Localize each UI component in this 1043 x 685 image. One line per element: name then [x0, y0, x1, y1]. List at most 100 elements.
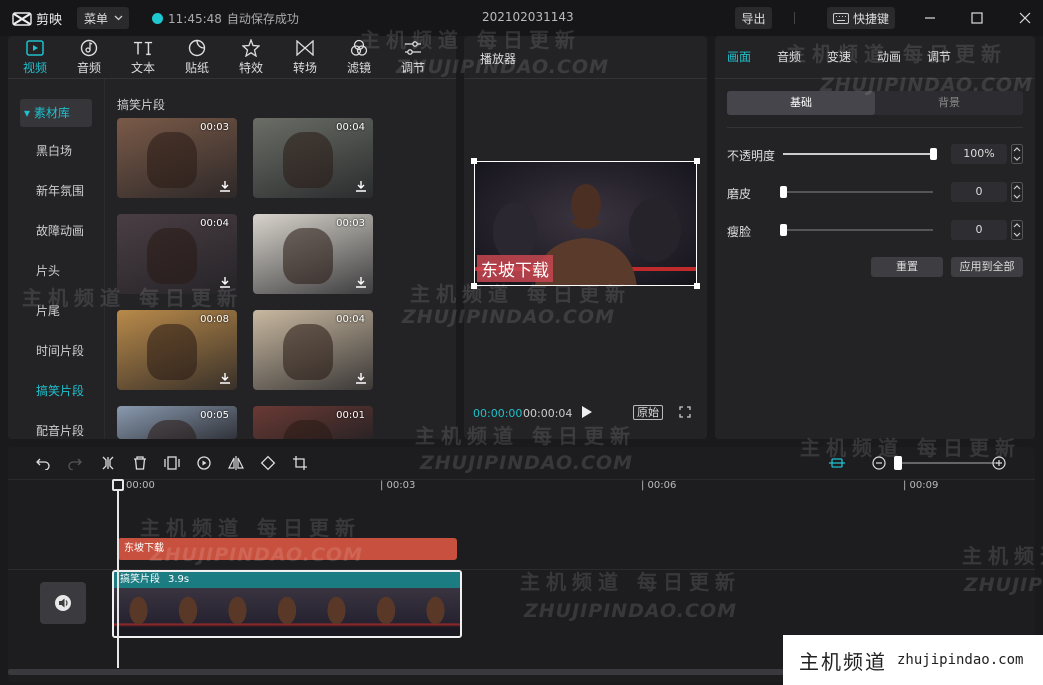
- filmstrip-frame: [410, 588, 460, 636]
- resize-handle[interactable]: [471, 158, 477, 164]
- media-thumbnail[interactable]: 00:04: [253, 310, 373, 390]
- menu-label: 菜单: [84, 11, 109, 26]
- property-slider[interactable]: [783, 148, 937, 160]
- zoom-out-button[interactable]: [870, 454, 888, 472]
- resize-handle[interactable]: [471, 283, 477, 289]
- slider-handle[interactable]: [780, 224, 787, 236]
- tab-adjust[interactable]: 调节: [386, 36, 440, 78]
- minimize-button[interactable]: [921, 9, 939, 27]
- tab-label: 音频: [76, 61, 101, 75]
- video-clip[interactable]: 搞笑片段 3.9s: [112, 570, 462, 638]
- media-thumbnail[interactable]: 00:03: [117, 118, 237, 198]
- media-thumbnail[interactable]: 00:05: [117, 406, 237, 439]
- tab-speed[interactable]: 变速: [827, 36, 877, 78]
- snap-button[interactable]: [828, 454, 846, 472]
- property-value-input[interactable]: 0: [951, 182, 1007, 202]
- menu-button[interactable]: 菜单: [77, 7, 129, 29]
- tab-animation[interactable]: 动画: [877, 36, 927, 78]
- reset-button[interactable]: 重置: [871, 257, 943, 277]
- download-icon[interactable]: [355, 180, 367, 192]
- tab-picture[interactable]: 画面: [727, 36, 777, 78]
- download-icon[interactable]: [219, 276, 231, 288]
- segment-basic[interactable]: 基础: [727, 91, 875, 115]
- property-slider[interactable]: [780, 224, 933, 236]
- rotate-button[interactable]: [259, 454, 277, 472]
- play-button[interactable]: [581, 405, 593, 419]
- stepper-arrows-icon[interactable]: [1011, 220, 1023, 240]
- playhead-line[interactable]: [117, 481, 119, 668]
- mirror-button[interactable]: [227, 454, 245, 472]
- close-button[interactable]: [1016, 9, 1034, 27]
- slider-handle[interactable]: [780, 186, 787, 198]
- sidebar-item[interactable]: 片尾: [8, 291, 104, 331]
- text-clip[interactable]: 东坡下载: [118, 538, 457, 560]
- sidebar-item[interactable]: 时间片段: [8, 331, 104, 371]
- maximize-icon: [971, 12, 983, 24]
- segment-background[interactable]: 背景: [875, 91, 1023, 115]
- sidebar-item[interactable]: 新年氛围: [8, 171, 104, 211]
- property-row: 磨皮 0: [727, 182, 1027, 202]
- crop-button[interactable]: [291, 454, 309, 472]
- sidebar-item[interactable]: 配音片段: [8, 411, 104, 439]
- undo-button[interactable]: [34, 454, 52, 472]
- property-value-input[interactable]: 100%: [951, 144, 1007, 164]
- video-preview[interactable]: 东坡下载: [474, 161, 697, 286]
- download-icon[interactable]: [219, 372, 231, 384]
- tab-filter[interactable]: 滤镜: [332, 36, 386, 78]
- export-button[interactable]: 导出: [735, 7, 772, 29]
- media-thumbnail[interactable]: 00:08: [117, 310, 237, 390]
- resize-handle[interactable]: [694, 283, 700, 289]
- reverse-button[interactable]: [195, 454, 213, 472]
- freeze-button[interactable]: [163, 454, 181, 472]
- media-thumbnail[interactable]: 00:04: [117, 214, 237, 294]
- stepper-arrows-icon[interactable]: [1011, 182, 1023, 202]
- filmstrip-frame: [114, 588, 164, 636]
- tab-sticker[interactable]: 贴纸: [170, 36, 224, 78]
- caption-text[interactable]: 东坡下载: [477, 255, 553, 282]
- sidebar-item[interactable]: 故障动画: [8, 211, 104, 251]
- undo-icon: [36, 458, 50, 470]
- tab-video[interactable]: 视频: [8, 36, 62, 78]
- split-button[interactable]: [99, 454, 117, 472]
- zoom-in-button[interactable]: [990, 454, 1008, 472]
- download-icon[interactable]: [219, 180, 231, 192]
- zoom-slider-track[interactable]: [897, 462, 997, 464]
- sidebar-item-library[interactable]: ▾ 素材库: [20, 99, 92, 127]
- delete-button[interactable]: [131, 454, 149, 472]
- tick-label: | 00:06: [641, 480, 677, 491]
- media-thumbnail[interactable]: 00:03: [253, 214, 373, 294]
- property-slider[interactable]: [780, 186, 933, 198]
- shortcut-button[interactable]: 快捷键: [827, 7, 895, 29]
- tab-adjust[interactable]: 调节: [927, 36, 977, 78]
- sidebar-item[interactable]: 片头: [8, 251, 104, 291]
- media-thumbnail[interactable]: 00:04: [253, 118, 373, 198]
- video-clip-frames: [114, 588, 460, 636]
- media-thumbnail[interactable]: 00:01: [253, 406, 373, 439]
- resize-handle[interactable]: [694, 158, 700, 164]
- tab-audio[interactable]: 音频: [62, 36, 116, 78]
- playhead-handle[interactable]: [112, 479, 124, 491]
- download-icon[interactable]: [355, 276, 367, 288]
- thumbnail-duration: 00:04: [336, 122, 365, 133]
- property-value-input[interactable]: 0: [951, 220, 1007, 240]
- thumbnail-duration: 00:03: [336, 218, 365, 229]
- play-icon: [582, 406, 592, 418]
- apply-all-button[interactable]: 应用到全部: [951, 257, 1023, 277]
- stepper-arrows-icon[interactable]: [1011, 144, 1023, 164]
- tab-text[interactable]: 文本: [116, 36, 170, 78]
- tab-audio[interactable]: 音频: [777, 36, 827, 78]
- sidebar-item[interactable]: 黑白场: [8, 131, 104, 171]
- original-ratio-button[interactable]: 原始: [633, 405, 663, 420]
- slider-handle[interactable]: [930, 148, 937, 160]
- redo-button[interactable]: [66, 454, 84, 472]
- track-mute-button[interactable]: [40, 582, 86, 624]
- tab-effects[interactable]: 特效: [224, 36, 278, 78]
- sidebar-item-active[interactable]: 搞笑片段: [8, 371, 104, 411]
- zoom-slider-handle[interactable]: [894, 456, 902, 470]
- timeline-ruler[interactable]: 00:00 | 00:03 | 00:06 | 00:09: [8, 479, 1035, 495]
- download-icon[interactable]: [355, 372, 367, 384]
- maximize-button[interactable]: [968, 9, 986, 27]
- autosave-status: 11:45:48 自动保存成功: [152, 10, 299, 27]
- tab-transition[interactable]: 转场: [278, 36, 332, 78]
- fullscreen-button[interactable]: [679, 406, 691, 418]
